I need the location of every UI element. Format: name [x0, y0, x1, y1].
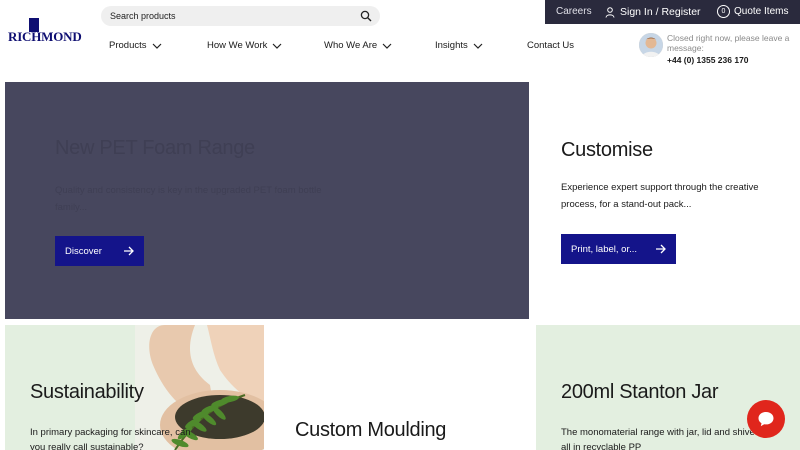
- contact-phone[interactable]: +44 (0) 1355 236 170: [667, 55, 749, 65]
- nav-item-label: How We Work: [207, 40, 268, 51]
- discover-button[interactable]: Discover: [55, 236, 144, 266]
- nav-item-label: Products: [109, 40, 147, 51]
- chevron-down-icon: [152, 43, 161, 49]
- search-bar: [101, 6, 380, 26]
- chat-icon: [758, 412, 774, 427]
- customise-title: Customise: [561, 139, 653, 161]
- print-label-button-label: Print, label, or...: [571, 243, 638, 255]
- nav-item-products[interactable]: Products: [109, 40, 162, 51]
- nav-item-label: Who We Are: [324, 40, 378, 51]
- arrow-right-icon: [124, 246, 134, 256]
- chevron-down-icon: [473, 43, 483, 49]
- nav-item-contact-us[interactable]: Contact Us: [527, 40, 574, 51]
- nav-item-insights[interactable]: Insights: [435, 40, 483, 51]
- moulding-title: Custom Moulding: [295, 419, 447, 441]
- jar-title: 200ml Stanton Jar: [561, 381, 719, 403]
- nav-item-label: Insights: [435, 40, 468, 51]
- signin-link[interactable]: Sign In / Register: [605, 4, 701, 20]
- logo-wordmark: RICHMOND: [8, 29, 82, 44]
- jar-text: The monomaterial range with jar, lid and…: [561, 427, 755, 450]
- hero-tile-pet-foam: New PET Foam Range Quality and consisten…: [5, 82, 529, 319]
- tile-customise: Customise Experience expert support thro…: [530, 82, 800, 319]
- chevron-down-icon: [382, 43, 392, 49]
- tile-custom-moulding[interactable]: Custom Moulding: [264, 325, 535, 450]
- sustainability-title: Sustainability: [30, 381, 144, 403]
- advisor-photo: [639, 33, 663, 57]
- customise-text: Experience expert support through the cr…: [561, 182, 759, 210]
- quote-items-label: Quote Items: [734, 6, 789, 17]
- quote-items-link[interactable]: 0 Quote Items: [717, 5, 788, 18]
- quote-count-badge: 0: [717, 5, 730, 18]
- signin-label: Sign In / Register: [620, 6, 701, 18]
- sustainability-text: In primary packaging for skincare, can y…: [30, 427, 191, 450]
- discover-button-label: Discover: [65, 245, 102, 257]
- search-icon[interactable]: [360, 10, 372, 22]
- user-icon: [605, 6, 615, 18]
- advisor-avatar[interactable]: [639, 33, 663, 57]
- hero-text: Quality and consistency is key in the up…: [55, 185, 322, 213]
- nav-item-who-we-are[interactable]: Who We Are: [324, 40, 392, 51]
- arrow-right-icon: [656, 244, 666, 254]
- careers-link[interactable]: Careers: [556, 6, 592, 17]
- richmond-logo[interactable]: RICHMOND: [8, 18, 82, 44]
- live-chat-button[interactable]: [747, 400, 785, 438]
- utility-bar: Careers Sign In / Register 0 Quote Items: [545, 0, 800, 24]
- tile-sustainability[interactable]: Sustainability In primary packaging for …: [5, 325, 264, 450]
- chat-status-message: Closed right now, please leave a message…: [667, 33, 790, 53]
- site-header: RICHMOND Careers Sign In / Register 0 Qu…: [0, 0, 800, 76]
- print-label-button[interactable]: Print, label, or...: [561, 234, 676, 264]
- search-input[interactable]: [110, 8, 350, 24]
- hero-title: New PET Foam Range: [55, 137, 255, 159]
- nav-item-how-we-work[interactable]: How We Work: [207, 40, 282, 51]
- nav-item-label: Contact Us: [527, 40, 574, 51]
- chevron-down-icon: [272, 43, 282, 49]
